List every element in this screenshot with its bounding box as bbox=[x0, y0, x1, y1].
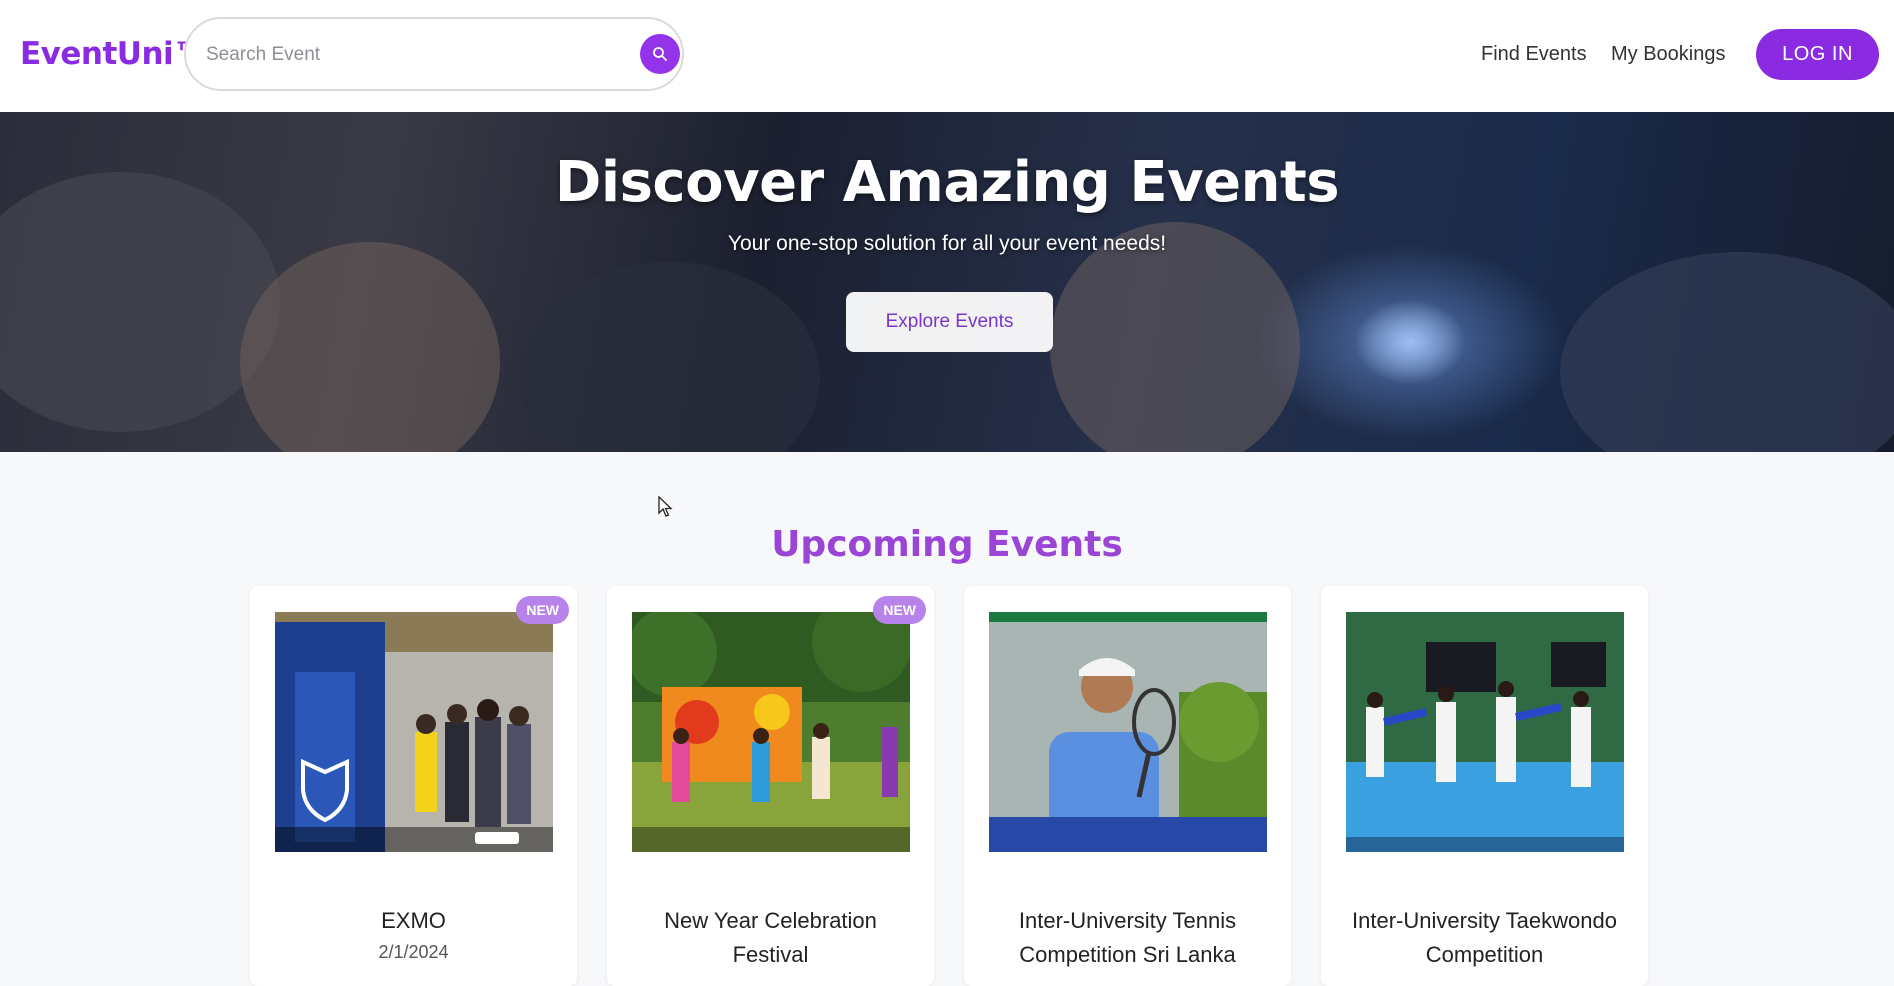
event-image[interactable] bbox=[275, 612, 553, 852]
search-bar bbox=[184, 17, 684, 91]
upcoming-events-title: Upcoming Events bbox=[771, 524, 1123, 565]
hero-crowd-silhouette bbox=[240, 242, 500, 452]
hero-crowd-silhouette bbox=[520, 262, 820, 452]
hero-banner: Discover Amazing Events Your one-stop so… bbox=[0, 112, 1894, 452]
search-input[interactable] bbox=[206, 37, 606, 73]
nav-find-events[interactable]: Find Events bbox=[1481, 43, 1587, 66]
event-title[interactable]: EXMO bbox=[270, 904, 557, 938]
new-badge: NEW bbox=[516, 596, 569, 624]
hero-title: Discover Amazing Events bbox=[554, 150, 1340, 215]
hero-crowd-silhouette bbox=[1560, 252, 1894, 452]
event-card[interactable]: NEW New Year Celebration Festival bbox=[607, 586, 934, 986]
brand-logo[interactable]: EventUni™ bbox=[20, 36, 204, 72]
top-navbar: EventUni™ Find Events My Bookings LOG IN bbox=[0, 0, 1894, 112]
search-icon bbox=[653, 47, 667, 61]
hero-subtitle: Your one-stop solution for all your even… bbox=[727, 232, 1167, 255]
event-image[interactable] bbox=[1346, 612, 1624, 852]
explore-events-button[interactable]: Explore Events bbox=[846, 292, 1053, 352]
event-card[interactable]: Inter-University Taekwondo Competition bbox=[1321, 586, 1648, 986]
event-title[interactable]: Inter-University Taekwondo Competition bbox=[1341, 904, 1628, 972]
event-image[interactable] bbox=[632, 612, 910, 852]
event-title[interactable]: New Year Celebration Festival bbox=[627, 904, 914, 972]
mouse-cursor-icon bbox=[658, 496, 673, 517]
new-badge: NEW bbox=[873, 596, 926, 624]
search-button[interactable] bbox=[640, 34, 680, 74]
event-card[interactable]: Inter-University Tennis Competition Sri … bbox=[964, 586, 1291, 986]
event-image[interactable] bbox=[989, 612, 1267, 852]
nav-my-bookings[interactable]: My Bookings bbox=[1611, 43, 1726, 66]
login-button[interactable]: LOG IN bbox=[1756, 29, 1879, 80]
hero-crowd-silhouette bbox=[1050, 222, 1300, 452]
event-date: 2/1/2024 bbox=[378, 942, 449, 962]
event-card[interactable]: NEW EXMO 2/1/2024 bbox=[250, 586, 577, 986]
event-title[interactable]: Inter-University Tennis Competition Sri … bbox=[984, 904, 1271, 972]
